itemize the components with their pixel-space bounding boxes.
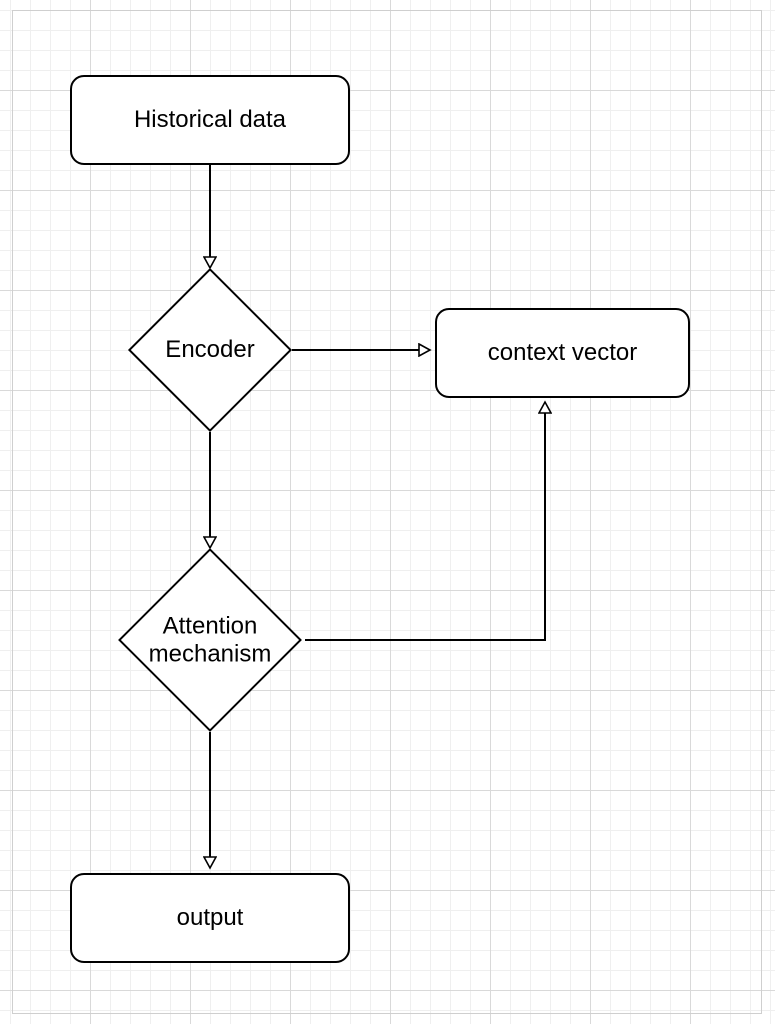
node-attention[interactable]: Attention mechanism [145,575,275,705]
node-historical-data[interactable]: Historical data [70,75,350,165]
diagram-canvas: Historical data Encoder context vector A… [0,0,775,1024]
node-encoder[interactable]: Encoder [152,292,268,408]
node-output[interactable]: output [70,873,350,963]
node-attention-label: Attention mechanism [149,612,272,667]
node-context-vector-label: context vector [488,339,637,368]
node-context-vector[interactable]: context vector [435,308,690,398]
node-encoder-label: Encoder [165,336,254,364]
node-output-label: output [177,904,244,933]
node-historical-data-label: Historical data [134,106,286,135]
